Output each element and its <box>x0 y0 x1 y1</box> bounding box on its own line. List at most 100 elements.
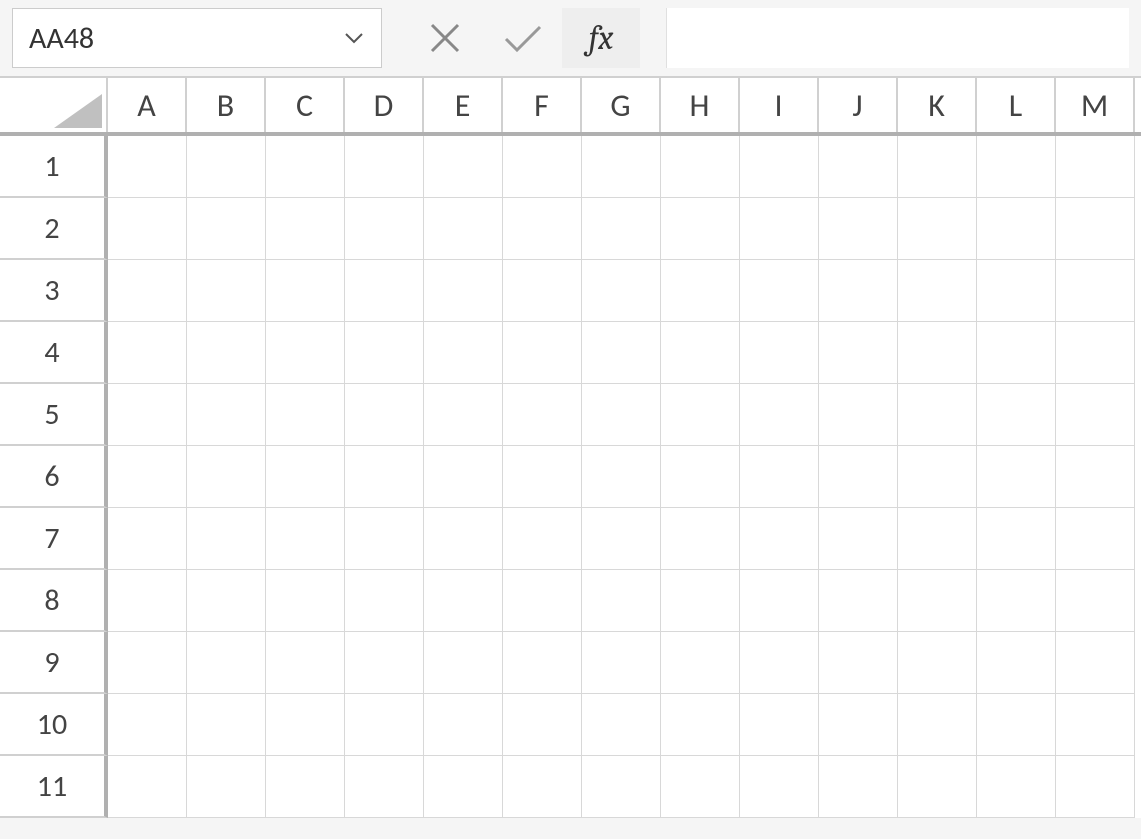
cell[interactable] <box>740 322 819 384</box>
cell[interactable] <box>740 136 819 198</box>
cell[interactable] <box>977 384 1056 446</box>
cell[interactable] <box>819 570 898 632</box>
column-header[interactable]: M <box>1056 78 1135 132</box>
cell[interactable] <box>108 508 187 570</box>
cell[interactable] <box>1056 260 1135 322</box>
cell[interactable] <box>740 198 819 260</box>
cell[interactable] <box>187 694 266 756</box>
cell[interactable] <box>266 322 345 384</box>
cell[interactable] <box>266 632 345 694</box>
cell[interactable] <box>661 632 740 694</box>
cell[interactable] <box>582 136 661 198</box>
cell[interactable] <box>661 508 740 570</box>
cell[interactable] <box>503 756 582 818</box>
cell[interactable] <box>898 384 977 446</box>
column-header[interactable]: K <box>898 78 977 132</box>
cell[interactable] <box>345 508 424 570</box>
cell[interactable] <box>1056 508 1135 570</box>
cell[interactable] <box>898 446 977 508</box>
cell[interactable] <box>503 198 582 260</box>
cell[interactable] <box>819 508 898 570</box>
cell[interactable] <box>977 632 1056 694</box>
cell[interactable] <box>1056 756 1135 818</box>
cell[interactable] <box>1056 198 1135 260</box>
cell[interactable] <box>740 260 819 322</box>
cell[interactable] <box>740 384 819 446</box>
cell[interactable] <box>898 508 977 570</box>
cell[interactable] <box>819 322 898 384</box>
cell[interactable] <box>266 136 345 198</box>
cell[interactable] <box>187 260 266 322</box>
cell[interactable] <box>661 260 740 322</box>
cell[interactable] <box>266 756 345 818</box>
cell[interactable] <box>1056 632 1135 694</box>
column-header[interactable]: B <box>187 78 266 132</box>
cell[interactable] <box>977 136 1056 198</box>
cell[interactable] <box>1056 446 1135 508</box>
row-header[interactable]: 2 <box>0 198 108 260</box>
column-header[interactable]: H <box>661 78 740 132</box>
cell[interactable] <box>582 694 661 756</box>
cell[interactable] <box>187 508 266 570</box>
cell[interactable] <box>108 632 187 694</box>
cell[interactable] <box>740 632 819 694</box>
cell[interactable] <box>661 446 740 508</box>
cell[interactable] <box>582 756 661 818</box>
cell[interactable] <box>108 694 187 756</box>
cell[interactable] <box>977 198 1056 260</box>
cell[interactable] <box>187 384 266 446</box>
cell[interactable] <box>503 508 582 570</box>
cell[interactable] <box>898 756 977 818</box>
cell[interactable] <box>345 446 424 508</box>
cell[interactable] <box>819 260 898 322</box>
cell[interactable] <box>977 570 1056 632</box>
cell[interactable] <box>503 136 582 198</box>
cell[interactable] <box>898 694 977 756</box>
enter-button[interactable] <box>484 8 562 68</box>
cell[interactable] <box>108 446 187 508</box>
cell[interactable] <box>661 384 740 446</box>
cell[interactable] <box>661 694 740 756</box>
cell[interactable] <box>582 384 661 446</box>
column-header[interactable]: L <box>977 78 1056 132</box>
cell[interactable] <box>345 632 424 694</box>
cell[interactable] <box>503 384 582 446</box>
cell[interactable] <box>898 136 977 198</box>
cell[interactable] <box>582 446 661 508</box>
cell[interactable] <box>977 756 1056 818</box>
cell[interactable] <box>503 260 582 322</box>
cell[interactable] <box>1056 384 1135 446</box>
cell[interactable] <box>187 322 266 384</box>
cell[interactable] <box>424 694 503 756</box>
cell[interactable] <box>819 446 898 508</box>
cell[interactable] <box>819 198 898 260</box>
cell[interactable] <box>424 570 503 632</box>
cell[interactable] <box>424 198 503 260</box>
cell[interactable] <box>424 322 503 384</box>
cell[interactable] <box>345 384 424 446</box>
cell[interactable] <box>266 570 345 632</box>
cell[interactable] <box>345 260 424 322</box>
row-header[interactable]: 10 <box>0 694 108 756</box>
cell[interactable] <box>977 322 1056 384</box>
cell[interactable] <box>266 446 345 508</box>
cell[interactable] <box>503 632 582 694</box>
name-box[interactable]: AA48 <box>12 8 382 68</box>
cell[interactable] <box>345 198 424 260</box>
cell[interactable] <box>1056 322 1135 384</box>
cell[interactable] <box>424 756 503 818</box>
cell[interactable] <box>582 508 661 570</box>
cell[interactable] <box>582 632 661 694</box>
cell[interactable] <box>108 260 187 322</box>
cell[interactable] <box>898 322 977 384</box>
formula-input[interactable] <box>666 8 1129 68</box>
column-header[interactable]: C <box>266 78 345 132</box>
cell[interactable] <box>108 136 187 198</box>
cell[interactable] <box>187 446 266 508</box>
select-all-button[interactable] <box>0 78 108 132</box>
cell[interactable] <box>582 198 661 260</box>
cell[interactable] <box>977 260 1056 322</box>
cell[interactable] <box>661 136 740 198</box>
cell[interactable] <box>187 570 266 632</box>
row-header[interactable]: 8 <box>0 570 108 632</box>
